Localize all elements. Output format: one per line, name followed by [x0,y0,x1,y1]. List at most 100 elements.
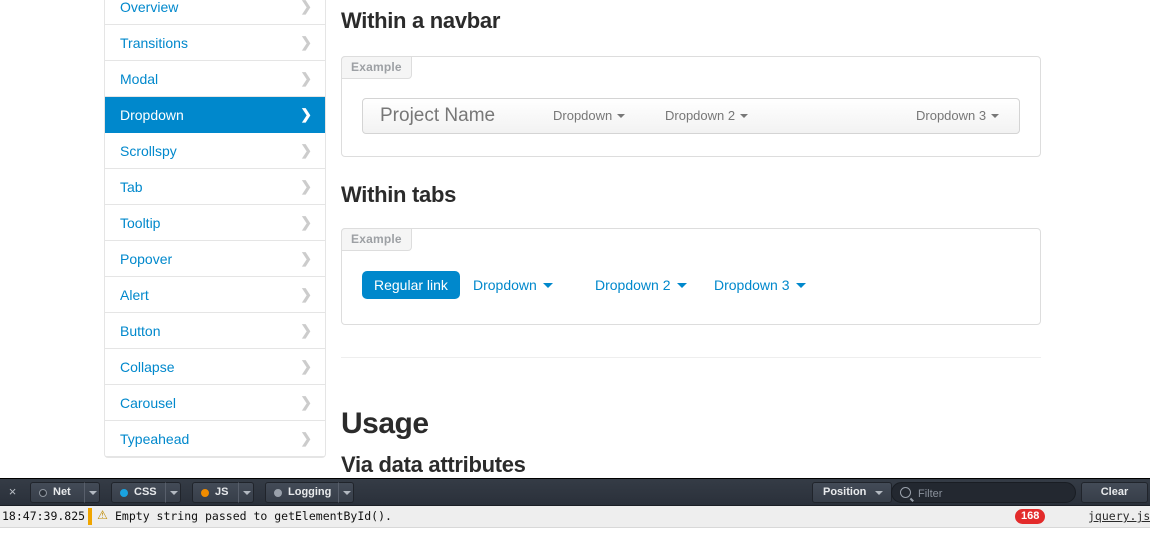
navbar-dropdown-3-label: Dropdown 3 [916,108,987,123]
navbar-dropdown-2[interactable]: Dropdown 2 [665,99,749,133]
filter-input[interactable] [916,483,1070,504]
log-timestamp: 18:47:39.825 [2,509,86,523]
chevron-right-icon: ❯ [300,106,312,122]
log-source-link[interactable]: jquery.js: [1088,506,1150,527]
heading-within-tabs: Within tabs [341,182,457,207]
panel-menu-css[interactable] [165,482,181,503]
example-label-navbar: Example [341,56,412,79]
sidebar-item-label: Overview [120,0,179,15]
search-icon [900,487,911,498]
panel-button-net[interactable]: Net [30,482,85,503]
chevron-down-icon [343,491,351,495]
navbar-dropdown-2-label: Dropdown 2 [665,108,736,123]
chevron-down-icon [875,491,884,495]
panel-button-css[interactable]: CSS [111,482,166,503]
chevron-down-icon [795,282,806,288]
chevron-right-icon: ❯ [300,430,312,446]
sidebar-item-overview[interactable]: Overview ❯ [105,0,325,25]
example-label-tabs: Example [341,228,412,251]
chevron-right-icon: ❯ [300,214,312,230]
sidebar-item-popover[interactable]: Popover ❯ [105,241,325,277]
close-icon[interactable]: × [3,479,22,505]
browser-page: Overview ❯ Transitions ❯ Modal ❯ Dropdown ❯ Scro… [0,0,1150,544]
chevron-right-icon: ❯ [300,178,312,194]
navbar-example-box: Example Project Name Dropdown Dropdown 2… [341,56,1041,157]
position-dropdown[interactable]: Position [812,482,893,503]
document-viewport: Overview ❯ Transitions ❯ Modal ❯ Dropdown ❯ Scro… [0,0,1150,478]
panel-button-js[interactable]: JS [192,482,239,503]
sidebar-item-collapse[interactable]: Collapse ❯ [105,349,325,385]
chevron-down-icon [542,282,553,288]
chevron-down-icon [676,282,687,288]
sidebar-item-label: Typeahead [120,431,190,447]
navbar-dropdown-1[interactable]: Dropdown [553,99,626,133]
pill-dropdown-2-label: Dropdown 2 [595,277,671,293]
heading-usage: Usage [341,407,429,440]
panel-menu-js[interactable] [238,482,254,503]
navbar-dropdown-1-label: Dropdown [553,108,613,123]
log-message: Empty string passed to getElementById(). [115,509,392,523]
pill-dropdown-3-label: Dropdown 3 [714,277,790,293]
chevron-right-icon: ❯ [300,142,312,158]
chevron-right-icon: ❯ [300,286,312,302]
panel-status-dot [274,489,282,497]
panel-menu-net[interactable] [84,482,100,503]
chevron-down-icon [89,491,97,495]
sidebar-item-alert[interactable]: Alert ❯ [105,277,325,313]
sidebar-item-tooltip[interactable]: Tooltip ❯ [105,205,325,241]
panel-status-dot [201,489,209,497]
pill-dropdown-2[interactable]: Dropdown 2 [595,271,687,299]
pill-dropdown-3[interactable]: Dropdown 3 [714,271,806,299]
chevron-down-icon [740,113,749,118]
console-body [0,528,1150,544]
sidebar-item-label: Alert [120,287,149,303]
clear-button[interactable]: Clear [1081,482,1148,503]
panel-button-label: JS [215,486,229,498]
chevron-down-icon [617,113,626,118]
pill-dropdown-1-label: Dropdown [473,277,537,293]
chevron-right-icon: ❯ [300,0,312,14]
panel-button-logging[interactable]: Logging [265,482,339,503]
demo-navbar: Project Name Dropdown Dropdown 2 Dropdow… [362,98,1020,134]
panel-status-dot [120,489,128,497]
chevron-down-icon [991,113,1000,118]
tabs-example-box: Example Regular link Dropdown Dropdown 2… [341,228,1041,325]
chevron-right-icon: ❯ [300,322,312,338]
sidebar-item-transitions[interactable]: Transitions ❯ [105,25,325,61]
console-filter[interactable] [891,482,1076,504]
sidebar-item-label: Popover [120,251,173,267]
docs-sidebar-nav: Overview ❯ Transitions ❯ Modal ❯ Dropdown ❯ Scro… [104,0,326,458]
pill-dropdown-1[interactable]: Dropdown [473,271,553,299]
chevron-right-icon: ❯ [300,70,312,86]
sidebar-item-label: Dropdown [120,107,184,123]
navbar-brand[interactable]: Project Name [380,99,495,133]
chevron-right-icon: ❯ [300,358,312,374]
panel-menu-logging[interactable] [338,482,354,503]
sidebar-item-label: Scrollspy [120,143,177,159]
sidebar-item-typeahead[interactable]: Typeahead ❯ [105,421,325,457]
pill-regular-link-label: Regular link [374,277,448,293]
sidebar-item-label: Collapse [120,359,175,375]
sidebar-item-carousel[interactable]: Carousel ❯ [105,385,325,421]
log-repeat-count-badge: 168 [1015,509,1046,524]
panel-status-dot [39,489,47,497]
chevron-right-icon: ❯ [300,250,312,266]
chevron-down-icon [170,491,178,495]
pill-regular-link[interactable]: Regular link [362,271,460,299]
sidebar-item-label: Button [120,323,161,339]
sidebar-item-modal[interactable]: Modal ❯ [105,61,325,97]
sidebar-item-scrollspy[interactable]: Scrollspy ❯ [105,133,325,169]
section-divider [341,357,1041,358]
sidebar-item-label: Tab [120,179,143,195]
heading-via-data-attributes: Via data attributes [341,452,526,477]
sidebar-item-button[interactable]: Button ❯ [105,313,325,349]
sidebar-item-label: Modal [120,71,159,87]
log-severity-bar [88,508,92,525]
chevron-right-icon: ❯ [300,34,312,50]
navbar-dropdown-3[interactable]: Dropdown 3 [916,99,1000,133]
sidebar-item-dropdown[interactable]: Dropdown ❯ [105,97,325,133]
sidebar-item-tab[interactable]: Tab ❯ [105,169,325,205]
sidebar-item-label: Tooltip [120,215,161,231]
console-log-row[interactable]: 18:47:39.825 ⚠ Empty string passed to ge… [0,506,1150,528]
chevron-right-icon: ❯ [300,394,312,410]
